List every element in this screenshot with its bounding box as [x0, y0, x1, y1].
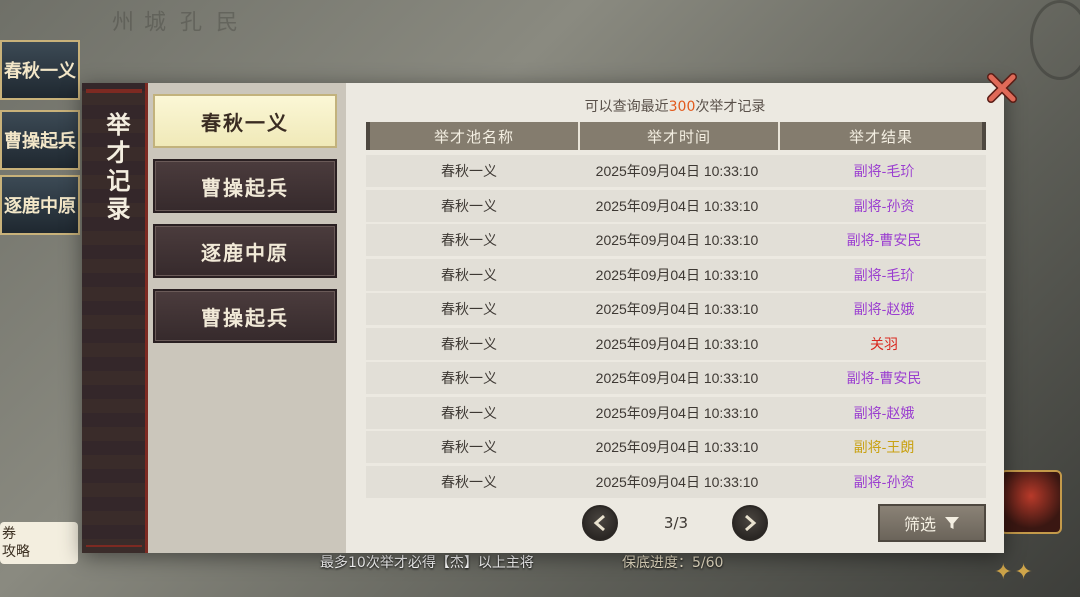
table-row: 春秋一义 2025年09月04日 10:33:10 副将-曹安民 [366, 362, 986, 394]
cell-result: 副将-赵娥 [853, 405, 915, 422]
background-ornament [1030, 0, 1080, 80]
table-row: 春秋一义 2025年09月04日 10:33:10 副将-赵娥 [366, 396, 986, 429]
header-time: 举才时间 [580, 122, 780, 150]
cell-time: 2025年09月04日 10:33:10 [595, 232, 759, 248]
cell-pool-name: 春秋一义 [441, 405, 497, 422]
background-banner-1: 春秋一义 [0, 40, 80, 100]
background-text-3: 孔 [176, 10, 201, 32]
tab-pool-2[interactable]: 曹操起兵 [153, 159, 337, 213]
query-notice: 可以查询最近300次举才记录 [346, 96, 1004, 116]
tab-pool-3[interactable]: 逐鹿中原 [153, 224, 337, 278]
cell-pool-name: 春秋一义 [441, 440, 497, 456]
notice-suffix: 次举才记录 [695, 99, 766, 115]
table-row: 春秋一义 2025年09月04日 10:33:10 副将-毛玠 [366, 155, 986, 187]
coupon-line-1: 券 [2, 526, 16, 542]
table-row: 春秋一义 2025年09月04日 10:33:10 副将-王朗 [366, 431, 986, 463]
cell-pool-name: 春秋一义 [441, 336, 497, 353]
cell-result: 副将-曹安民 [846, 233, 922, 249]
table-row: 春秋一义 2025年09月04日 10:33:10 副将-孙资 [366, 189, 986, 222]
background-text-4: 民 [212, 10, 237, 32]
tab-pool-1[interactable]: 春秋一义 [153, 94, 337, 148]
table-row: 春秋一义 2025年09月04日 10:33:10 副将-赵娥 [366, 293, 986, 325]
notice-prefix: 可以查询最近 [584, 99, 669, 115]
cell-result: 副将-赵娥 [853, 302, 915, 318]
table-row: 春秋一义 2025年09月04日 10:33:10 副将-曹安民 [366, 224, 986, 256]
cell-pool-name: 春秋一义 [441, 371, 497, 387]
prev-page-button[interactable] [582, 505, 618, 541]
page-indicator: 3/3 [663, 514, 689, 532]
strategy-coupon[interactable]: 券 攻略 [0, 522, 78, 564]
background-banner-3: 逐鹿中原 [0, 175, 80, 235]
close-x-icon [987, 73, 1017, 103]
cell-result: 副将-王朗 [853, 440, 915, 456]
funnel-icon [945, 517, 959, 529]
cell-time: 2025年09月04日 10:33:10 [595, 370, 759, 386]
next-page-button[interactable] [732, 505, 768, 541]
tab-pool-4[interactable]: 曹操起兵 [153, 289, 337, 343]
background-text-1: 州 [108, 10, 133, 32]
character-portrait[interactable] [1000, 470, 1062, 534]
cell-result: 副将-孙资 [853, 474, 915, 491]
close-button[interactable] [984, 70, 1020, 106]
cell-result: 副将-毛玠 [853, 164, 915, 180]
cell-time: 2025年09月04日 10:33:10 [595, 439, 759, 455]
cell-result: 关羽 [870, 336, 898, 353]
filter-label: 筛选 [903, 515, 936, 534]
chevron-right-icon [745, 515, 757, 531]
cell-time: 2025年09月04日 10:33:10 [595, 473, 759, 490]
header-pool-name: 举才池名称 [370, 122, 580, 150]
background-text-2: 城 [140, 10, 165, 32]
cell-pool-name: 春秋一义 [441, 302, 497, 318]
table-row: 春秋一义 2025年09月04日 10:33:10 副将-毛玠 [366, 258, 986, 291]
chevron-left-icon [593, 515, 605, 531]
cell-time: 2025年09月04日 10:33:10 [595, 197, 759, 214]
rating-stars: ✦✦ [994, 560, 1035, 585]
cell-time: 2025年09月04日 10:33:10 [595, 301, 759, 317]
cell-time: 2025年09月04日 10:33:10 [595, 404, 759, 421]
header-result: 举才结果 [848, 127, 913, 146]
cell-result: 副将-毛玠 [853, 267, 915, 284]
filter-button[interactable]: 筛选 [878, 504, 986, 542]
cell-time: 2025年09月04日 10:33:10 [595, 266, 759, 283]
coupon-line-2: 攻略 [2, 544, 30, 560]
cell-time: 2025年09月04日 10:33:10 [595, 335, 759, 352]
table-row: 春秋一义 2025年09月04日 10:33:10 关羽 [366, 327, 986, 360]
cell-pool-name: 春秋一义 [441, 164, 497, 180]
cell-result: 副将-孙资 [853, 198, 915, 215]
cell-pool-name: 春秋一义 [441, 198, 497, 215]
cell-pool-name: 春秋一义 [441, 233, 497, 249]
cell-result: 副将-曹安民 [846, 371, 922, 387]
cell-pool-name: 春秋一义 [441, 474, 497, 491]
notice-number: 300 [668, 99, 696, 115]
background-banner-2: 曹操起兵 [0, 110, 80, 170]
table-header: 举才池名称 举才时间 举才结果 [366, 122, 986, 150]
cell-time: 2025年09月04日 10:33:10 [595, 163, 759, 179]
table-row: 春秋一义 2025年09月04日 10:33:10 副将-孙资 [366, 465, 986, 498]
cell-pool-name: 春秋一义 [441, 267, 497, 284]
progress-label: 保底进度：5/60 [622, 555, 724, 571]
guarantee-hint: 最多10次举才必得【杰】以上主将 [320, 555, 534, 571]
dialog-title: 举才记录 [102, 112, 131, 224]
